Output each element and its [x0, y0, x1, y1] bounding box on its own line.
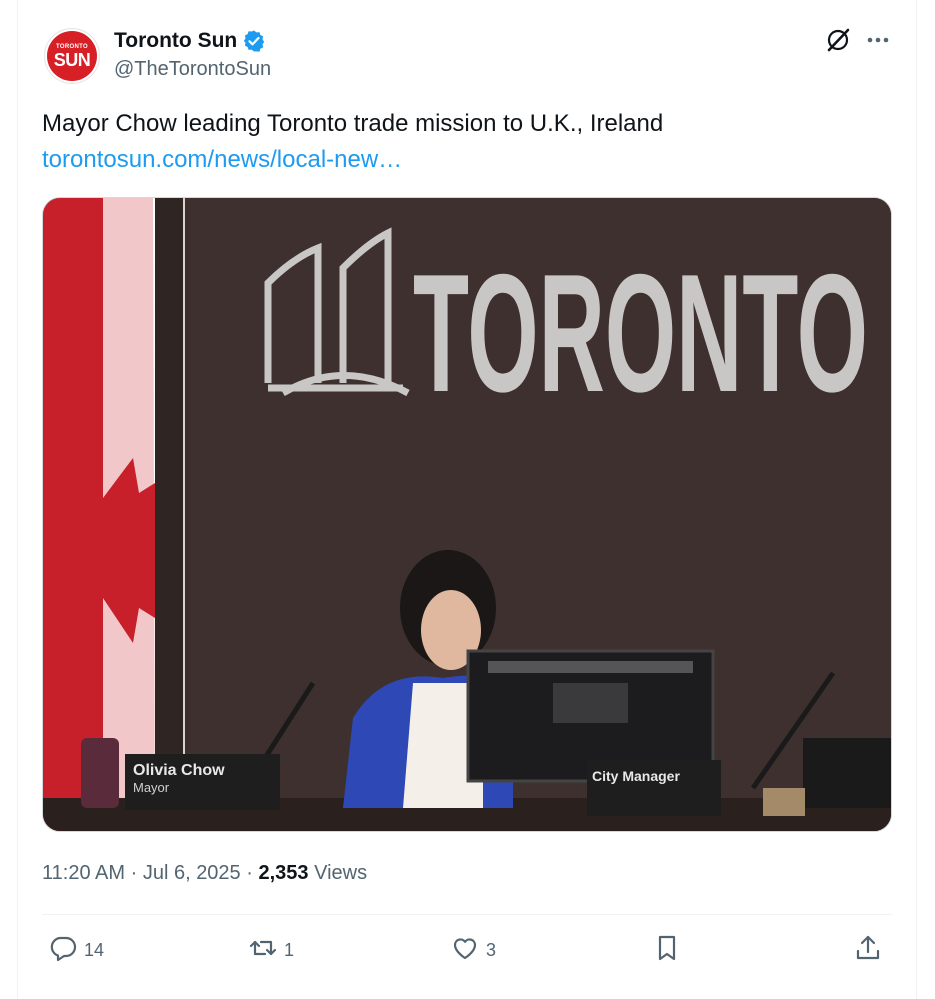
tweet-date[interactable]: Jul 6, 2025	[143, 862, 241, 884]
reply-button[interactable]: 14	[48, 930, 104, 970]
repost-icon	[248, 933, 278, 968]
more-icon[interactable]	[864, 26, 892, 54]
wall-sign-text: TORONTO	[413, 239, 868, 427]
nameplate-right-title: City Manager	[592, 768, 680, 784]
reply-count: 14	[84, 939, 105, 960]
tweet-text: Mayor Chow leading Toronto trade mission…	[42, 110, 664, 137]
meta-separator: ·	[130, 862, 138, 884]
share-icon	[853, 933, 883, 968]
avatar[interactable]: TORONTO SUN	[44, 28, 100, 84]
tweet-photo[interactable]: TORONTO Olivia Chow Mayor City Manager	[42, 197, 892, 832]
nameplate-city-manager: City Manager	[587, 760, 721, 816]
like-count: 3	[486, 939, 497, 960]
divider	[42, 914, 892, 915]
share-button[interactable]	[853, 930, 883, 970]
photo-scene: TORONTO Olivia Chow Mayor City Manager	[43, 198, 891, 831]
canadian-flag	[43, 198, 155, 831]
bookmark-icon	[652, 933, 682, 968]
tweet-link[interactable]: torontosun.com/news/local-new…	[42, 144, 402, 176]
bookmark-button[interactable]	[652, 930, 682, 970]
views-count: 2,353	[258, 862, 309, 884]
repost-button[interactable]: 1	[248, 930, 294, 970]
meta-separator: ·	[246, 862, 253, 884]
author-name-row: Toronto Sun	[114, 28, 266, 54]
nameplate-mayor: Olivia Chow Mayor	[125, 754, 280, 810]
nameplate-title: Mayor	[133, 780, 170, 795]
reply-icon	[48, 933, 78, 968]
display-name[interactable]: Toronto Sun	[114, 29, 237, 53]
grok-icon[interactable]	[824, 26, 852, 54]
repost-count: 1	[284, 939, 295, 960]
tweet-time[interactable]: 11:20 AM	[42, 862, 125, 884]
like-button[interactable]: 3	[450, 930, 496, 970]
author-handle[interactable]: @TheTorontoSun	[114, 58, 271, 81]
like-icon	[450, 933, 480, 968]
avatar-logo-main: SUN	[53, 49, 91, 70]
tweet-meta: 11:20 AM · Jul 6, 2025 · 2,353 Views	[42, 858, 367, 888]
nameplate-name: Olivia Chow	[133, 762, 225, 779]
views-label: Views	[314, 862, 368, 884]
verified-badge-icon[interactable]	[242, 29, 266, 53]
avatar-logo: TORONTO SUN	[47, 31, 97, 81]
